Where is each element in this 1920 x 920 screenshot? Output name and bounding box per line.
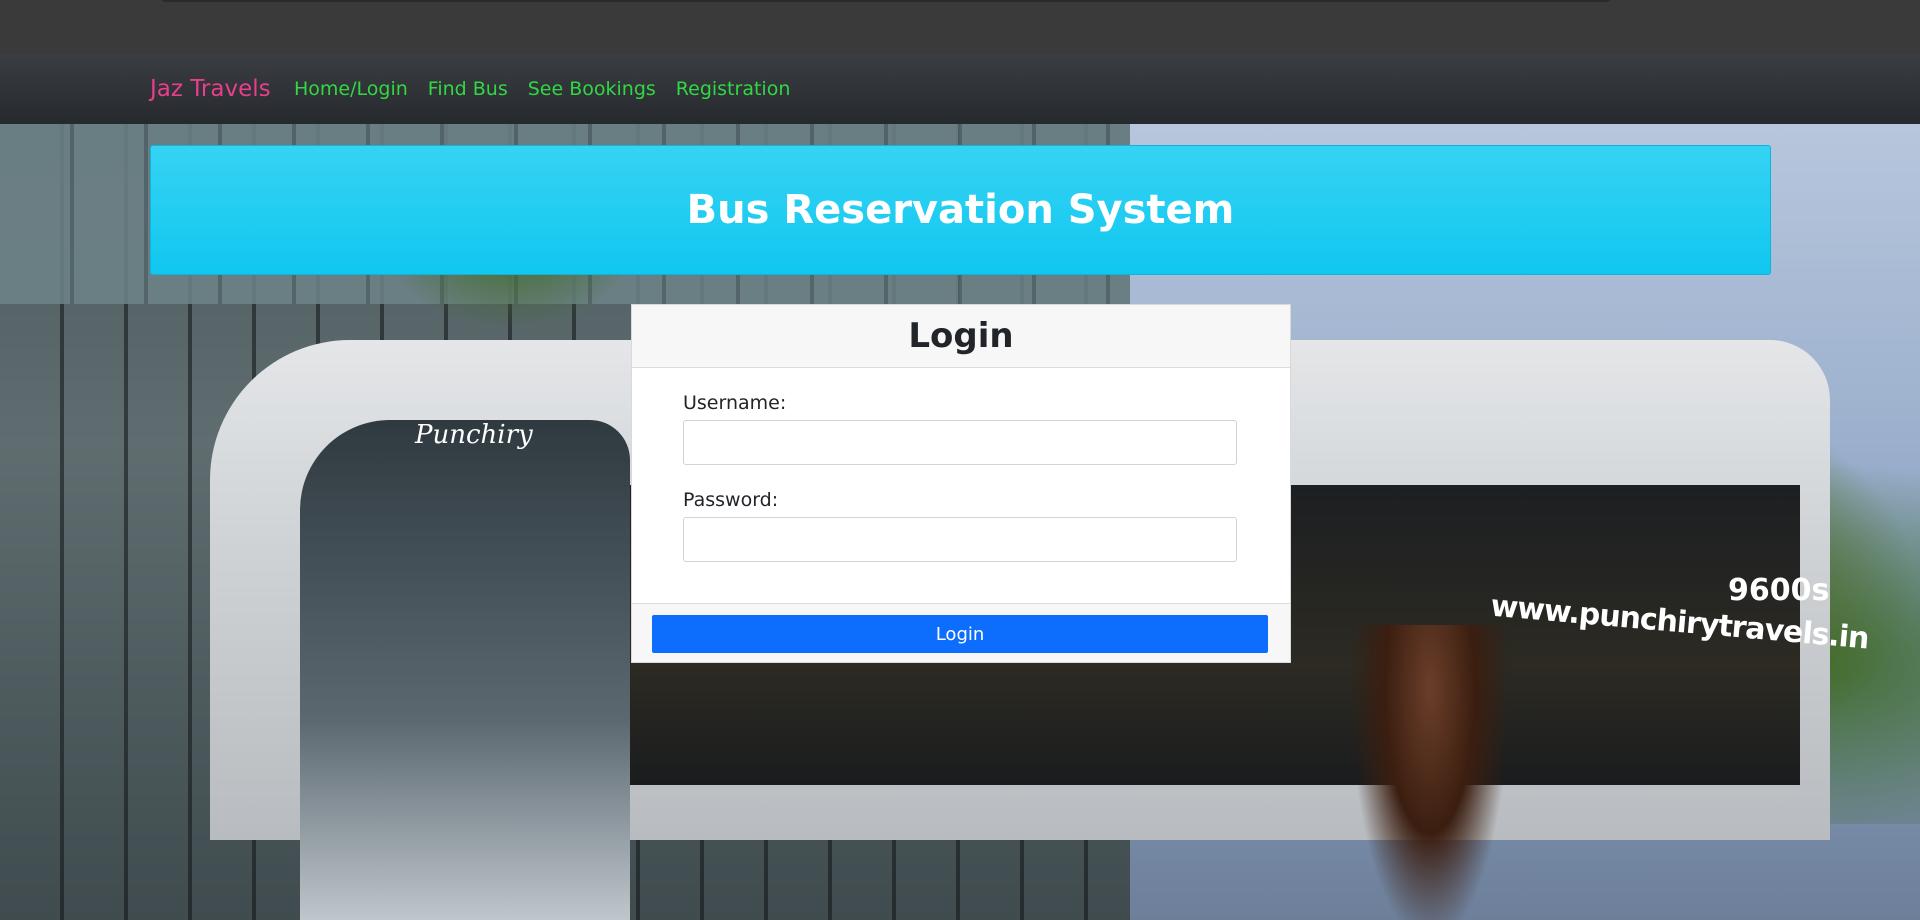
login-card-footer: Login: [632, 603, 1290, 662]
person-image: [1350, 625, 1510, 920]
username-label: Username:: [683, 392, 787, 414]
login-button[interactable]: Login: [652, 615, 1268, 653]
login-card-body: Username: Password:: [632, 368, 1290, 604]
bus-front: [300, 420, 630, 920]
nav-link-find-bus[interactable]: Find Bus: [428, 78, 508, 100]
title-banner: Bus Reservation System: [150, 145, 1771, 275]
nav-link-registration[interactable]: Registration: [676, 78, 791, 100]
top-scroll-bar: [160, 0, 1612, 2]
nav-link-see-bookings[interactable]: See Bookings: [528, 78, 656, 100]
username-input[interactable]: [683, 420, 1237, 465]
top-strip: [0, 0, 1920, 54]
page-title: Bus Reservation System: [686, 187, 1235, 233]
login-heading: Login: [908, 316, 1014, 356]
bus-logo-text: Punchiry: [415, 420, 533, 450]
nav-links: Home/Login Find Bus See Bookings Registr…: [294, 78, 790, 100]
password-input[interactable]: [683, 517, 1237, 562]
brand-link[interactable]: Jaz Travels: [150, 76, 271, 102]
nav-link-home-login[interactable]: Home/Login: [294, 78, 408, 100]
login-card: Login Username: Password: Login: [631, 304, 1291, 663]
navbar: Jaz Travels Home/Login Find Bus See Book…: [0, 54, 1920, 124]
bus-model-text: 9600s: [1728, 573, 1830, 608]
password-label: Password:: [683, 489, 779, 511]
login-card-header: Login: [632, 305, 1290, 368]
